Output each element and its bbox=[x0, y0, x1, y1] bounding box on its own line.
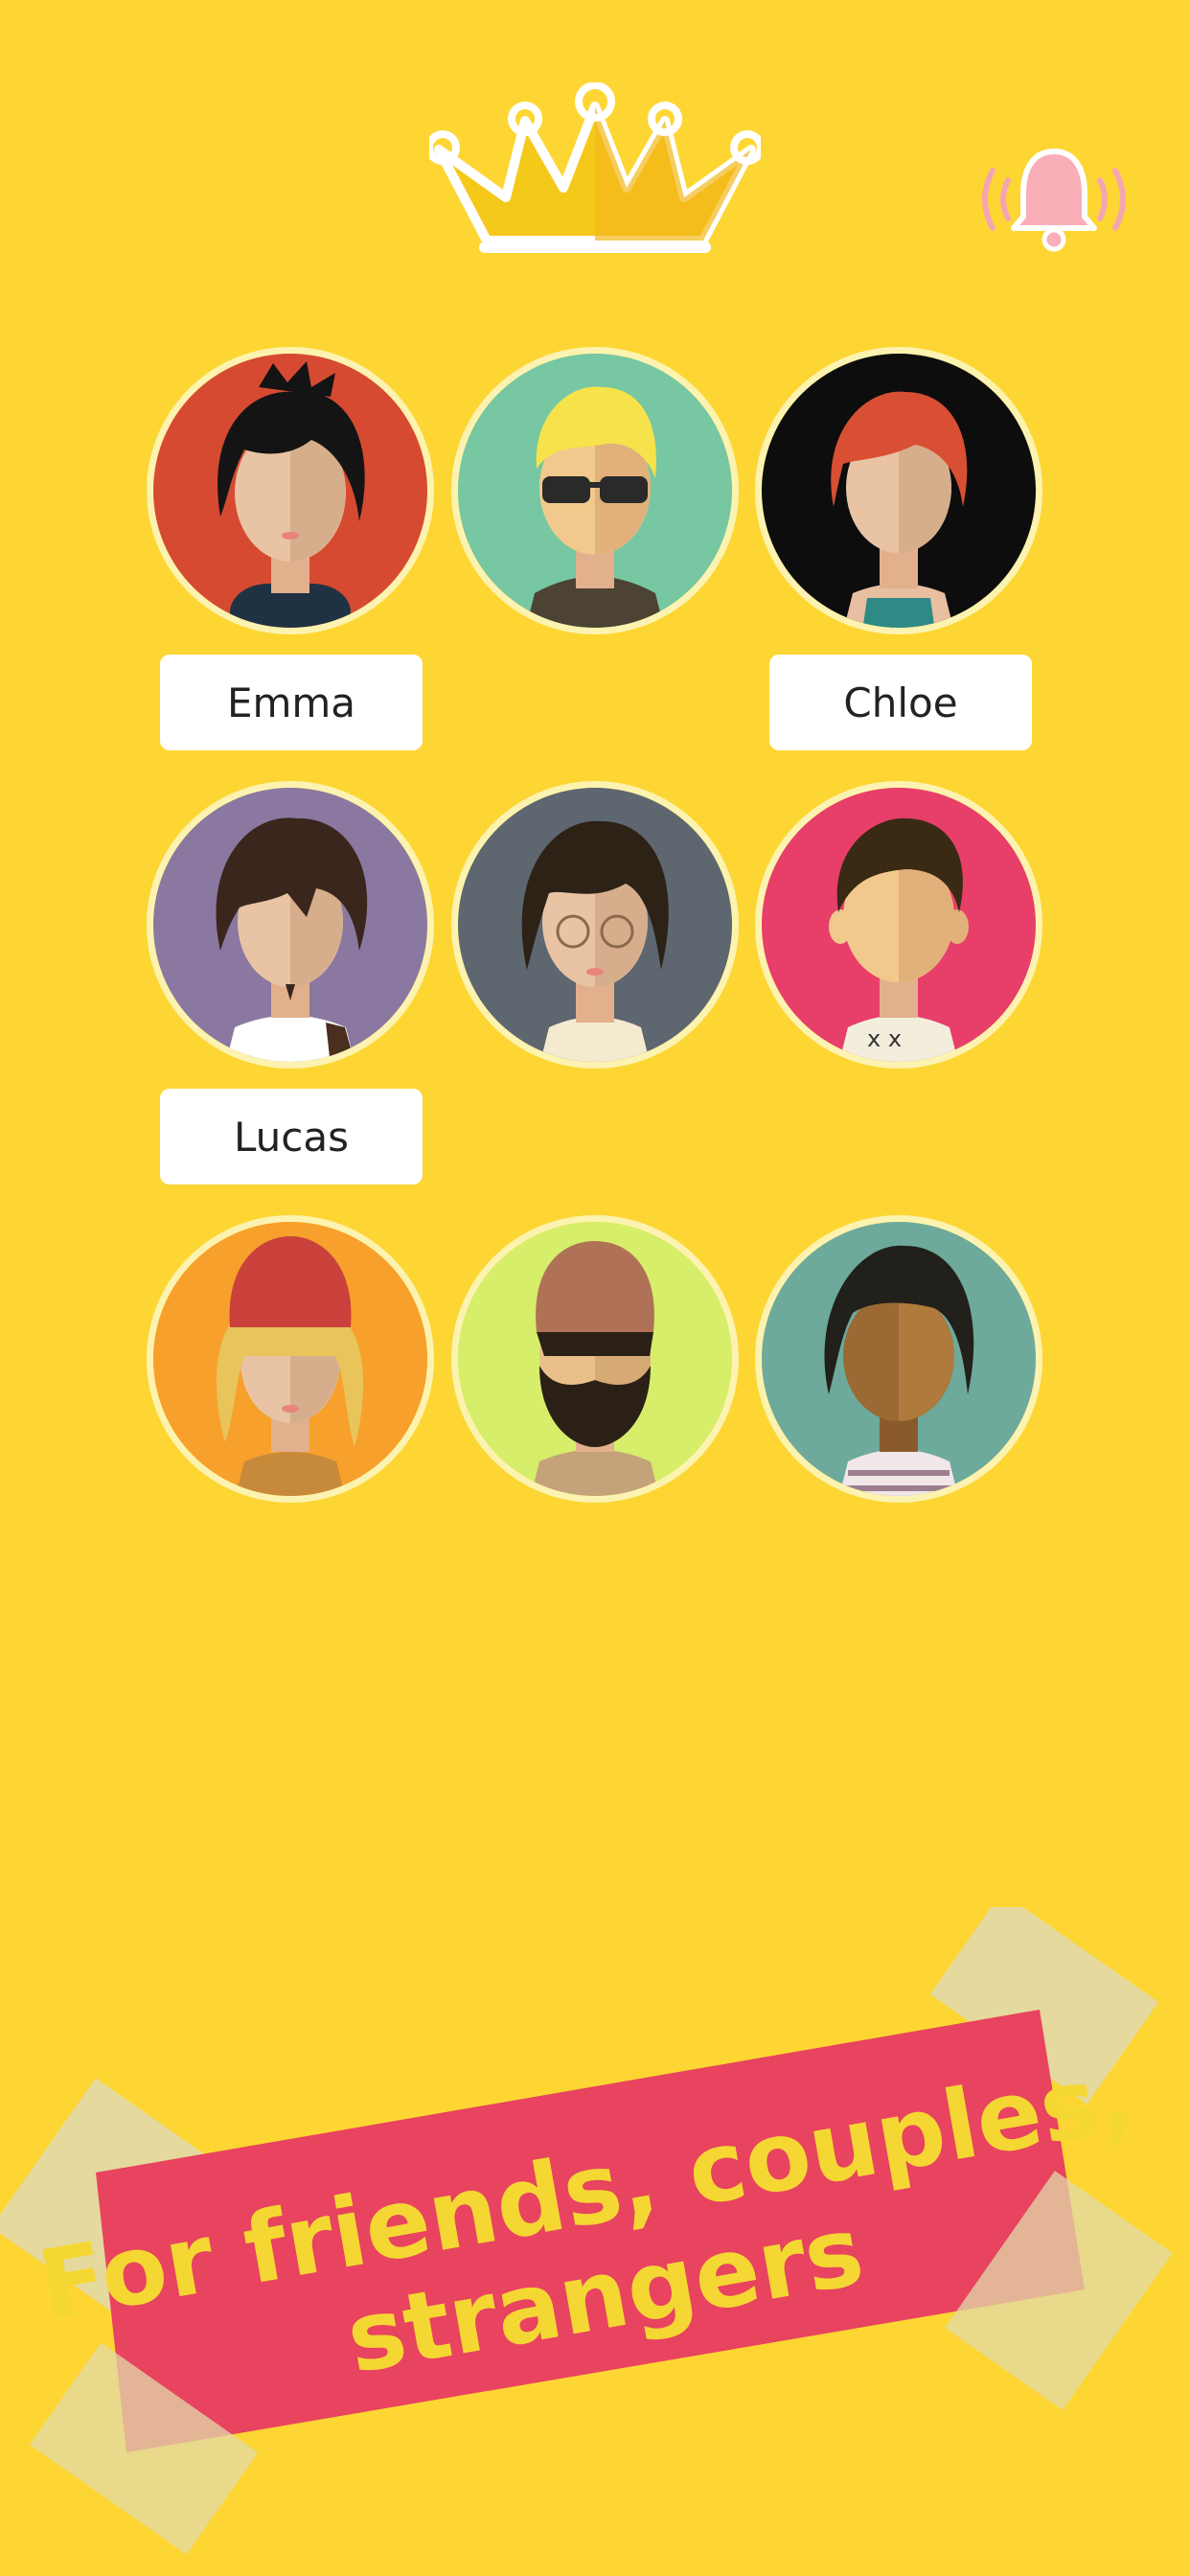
avatar-black-hair-woman[interactable] bbox=[147, 347, 434, 634]
avatar-glasses-woman[interactable] bbox=[451, 781, 739, 1069]
avatar-blonde-sunglasses-man[interactable] bbox=[451, 347, 739, 634]
name-tag-lucas: Lucas bbox=[160, 1089, 423, 1184]
name-tag-emma: Emma bbox=[160, 655, 423, 750]
avatar-messy-hair-man[interactable] bbox=[147, 781, 434, 1069]
avatar-red-hair-woman[interactable] bbox=[755, 347, 1042, 634]
crown-icon bbox=[429, 82, 761, 253]
name-tag-chloe: Chloe bbox=[769, 655, 1032, 750]
promo-banner: For friends, couples, strangers bbox=[0, 1907, 1173, 2555]
avatar-beanie-blonde-woman[interactable] bbox=[147, 1215, 434, 1503]
avatar-freckled-boy[interactable]: x x bbox=[755, 781, 1042, 1069]
avatar-curly-hair-man[interactable] bbox=[755, 1215, 1042, 1503]
avatar-bearded-beanie-man[interactable] bbox=[451, 1215, 739, 1503]
svg-text:x x: x x bbox=[867, 1025, 902, 1052]
bell-alert-icon[interactable] bbox=[975, 144, 1133, 255]
